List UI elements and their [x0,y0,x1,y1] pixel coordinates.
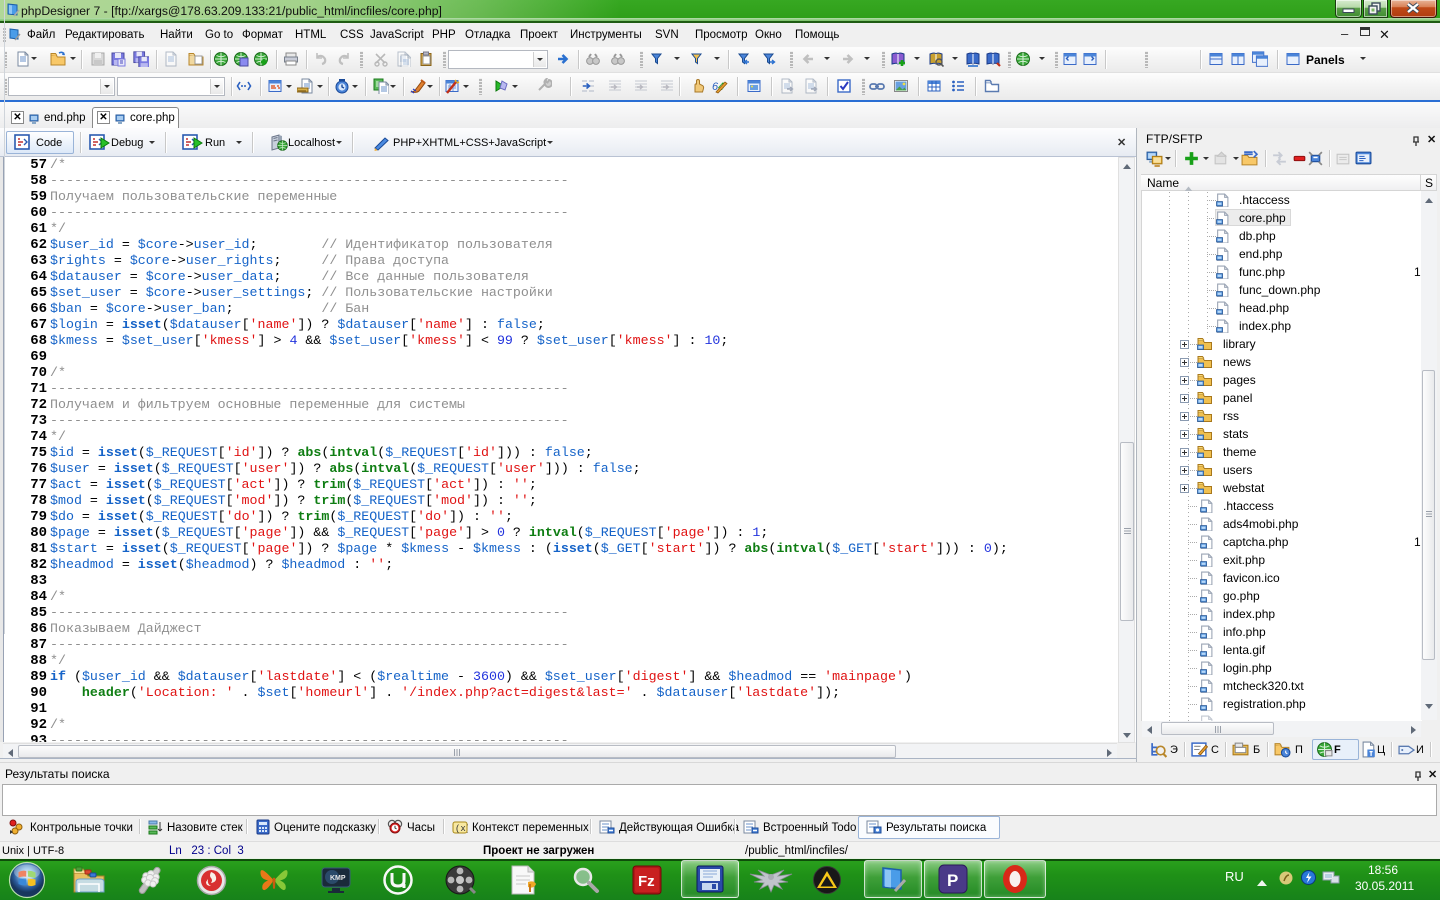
svg-text:Fz: Fz [638,873,655,890]
svg-text:(x): (x) [455,824,468,834]
svg-text:KMP: KMP [330,875,346,882]
svg-text:P: P [947,871,958,890]
